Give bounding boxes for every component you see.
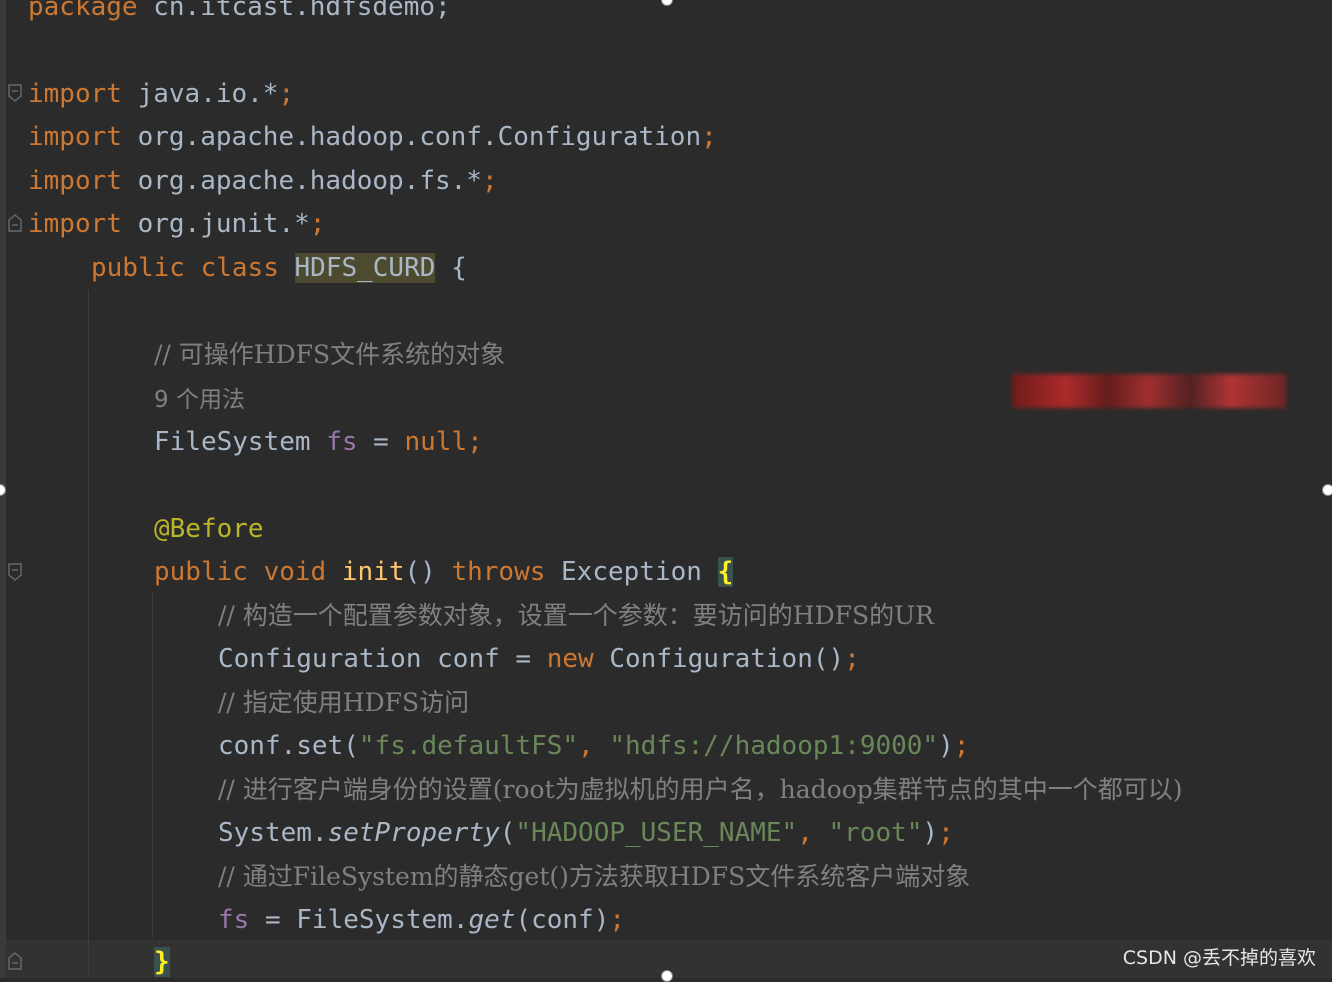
- code-line-set: conf.set("fs.defaultFS", "hdfs://hadoop1…: [0, 726, 1332, 766]
- code-line-class-decl: public class HDFS_CURD {: [0, 248, 1332, 288]
- code-line-comment: // 进行客户端身份的设置(root为虚拟机的用户名，hadoop集群节点的其中…: [0, 770, 1332, 810]
- string-literal: "hdfs://hadoop1:9000": [609, 731, 939, 761]
- keyword: import: [28, 122, 122, 152]
- semicolon: ;: [609, 905, 626, 935]
- code-line-import: import java.io.*;: [0, 74, 1332, 114]
- code-line-get: fs = FileSystem.get(conf);: [0, 900, 1332, 940]
- keyword: import: [28, 79, 122, 109]
- comment: // 通过FileSystem的静态get()方法获取HDFS文件系统客户端对象: [218, 862, 971, 891]
- string-literal: "fs.defaultFS": [358, 731, 579, 761]
- comma: ,: [578, 731, 610, 761]
- class-name[interactable]: HDFS_CURD: [294, 253, 436, 283]
- import-path: org.apache.hadoop.fs.*: [137, 166, 482, 196]
- semicolon: ;: [278, 79, 295, 109]
- code-editor[interactable]: package cn.itcast.hdfsdemo; import java.…: [0, 0, 1332, 982]
- keyword-public: public: [91, 253, 185, 283]
- keyword-new: new: [546, 644, 594, 674]
- annotation: @Before: [154, 514, 264, 544]
- operator: =: [357, 427, 405, 457]
- comment: // 指定使用HDFS访问: [218, 688, 470, 717]
- keyword: import: [28, 209, 122, 239]
- type-name: FileSystem: [154, 427, 311, 457]
- semicolon: ;: [953, 731, 970, 761]
- field-name: fs: [326, 427, 358, 457]
- code-line-property: System.setProperty("HADOOP_USER_NAME", "…: [0, 813, 1332, 853]
- keyword-void: void: [263, 557, 327, 587]
- resize-handle[interactable]: [1322, 484, 1332, 496]
- method-call: conf.set(: [218, 731, 359, 761]
- usage-hint-label[interactable]: 9 个用法: [154, 387, 245, 413]
- redacted-region: [1012, 374, 1286, 408]
- open-brace: {: [717, 557, 734, 587]
- import-path: java.io.*: [137, 79, 279, 109]
- keyword-throws: throws: [451, 557, 546, 587]
- static-method: get: [468, 905, 516, 935]
- keyword-class: class: [200, 253, 279, 283]
- method-name: init: [341, 557, 405, 587]
- code-line-import: import org.apache.hadoop.conf.Configurat…: [0, 117, 1332, 157]
- code-line-method-decl: public void init() throws Exception {: [0, 552, 1332, 592]
- static-method: setProperty: [327, 818, 500, 848]
- code-line-comment: // 可操作HDFS文件系统的对象: [0, 335, 1332, 375]
- code-line-comment: // 通过FileSystem的静态get()方法获取HDFS文件系统客户端对象: [0, 857, 1332, 897]
- code-line-import: import org.junit.*;: [0, 204, 1332, 244]
- close-paren: ): [922, 818, 939, 848]
- operator: =: [499, 644, 547, 674]
- string-literal: "root": [828, 818, 923, 848]
- class-ref: System.: [218, 818, 328, 848]
- comment: // 构造一个配置参数对象，设置一个参数：要访问的HDFS的UR: [218, 601, 935, 630]
- type-name: Configuration: [218, 644, 422, 674]
- code-line-comment: // 构造一个配置参数对象，设置一个参数：要访问的HDFS的UR: [0, 596, 1332, 636]
- constructor-call: Configuration(): [609, 644, 845, 674]
- package-name: cn.itcast.hdfsdemo;: [153, 0, 451, 22]
- keyword-public: public: [154, 557, 248, 587]
- semicolon: ;: [467, 427, 483, 457]
- parens: (): [404, 557, 436, 587]
- import-path: org.junit.*: [137, 209, 310, 239]
- close-paren: ): [938, 731, 954, 761]
- comment: // 可操作HDFS文件系统的对象: [154, 340, 506, 369]
- keyword: import: [28, 166, 122, 196]
- semicolon: ;: [481, 166, 498, 196]
- class-ref: FileSystem.: [296, 905, 469, 935]
- keyword: package: [28, 0, 138, 22]
- operator: =: [249, 905, 297, 935]
- code-line-annotation: @Before: [0, 509, 1332, 549]
- semicolon: ;: [844, 644, 860, 674]
- open-paren: (: [499, 818, 516, 848]
- watermark: CSDN @丢不掉的喜欢: [1122, 947, 1316, 969]
- string-literal: "HADOOP_USER_NAME": [515, 818, 798, 848]
- code-line-comment: // 指定使用HDFS访问: [0, 683, 1332, 723]
- exception-type: Exception: [561, 557, 702, 587]
- code-line-import: import org.apache.hadoop.fs.*;: [0, 161, 1332, 201]
- resize-handle[interactable]: [661, 970, 673, 982]
- field-name: fs: [218, 905, 250, 935]
- import-path: org.apache.hadoop.conf.Configuration: [137, 122, 702, 152]
- semicolon: ;: [701, 122, 717, 152]
- close-brace: }: [154, 947, 170, 977]
- comment: // 进行客户端身份的设置(root为虚拟机的用户名，hadoop集群节点的其中…: [218, 775, 1183, 804]
- comma: ,: [797, 818, 829, 848]
- semicolon: ;: [938, 818, 954, 848]
- variable: conf: [437, 644, 500, 674]
- open-brace: {: [451, 253, 467, 283]
- semicolon: ;: [309, 209, 326, 239]
- code-line-conf: Configuration conf = new Configuration()…: [0, 639, 1332, 679]
- args: (conf): [515, 905, 610, 935]
- code-line-field: FileSystem fs = null;: [0, 422, 1332, 462]
- keyword-null: null: [404, 427, 468, 457]
